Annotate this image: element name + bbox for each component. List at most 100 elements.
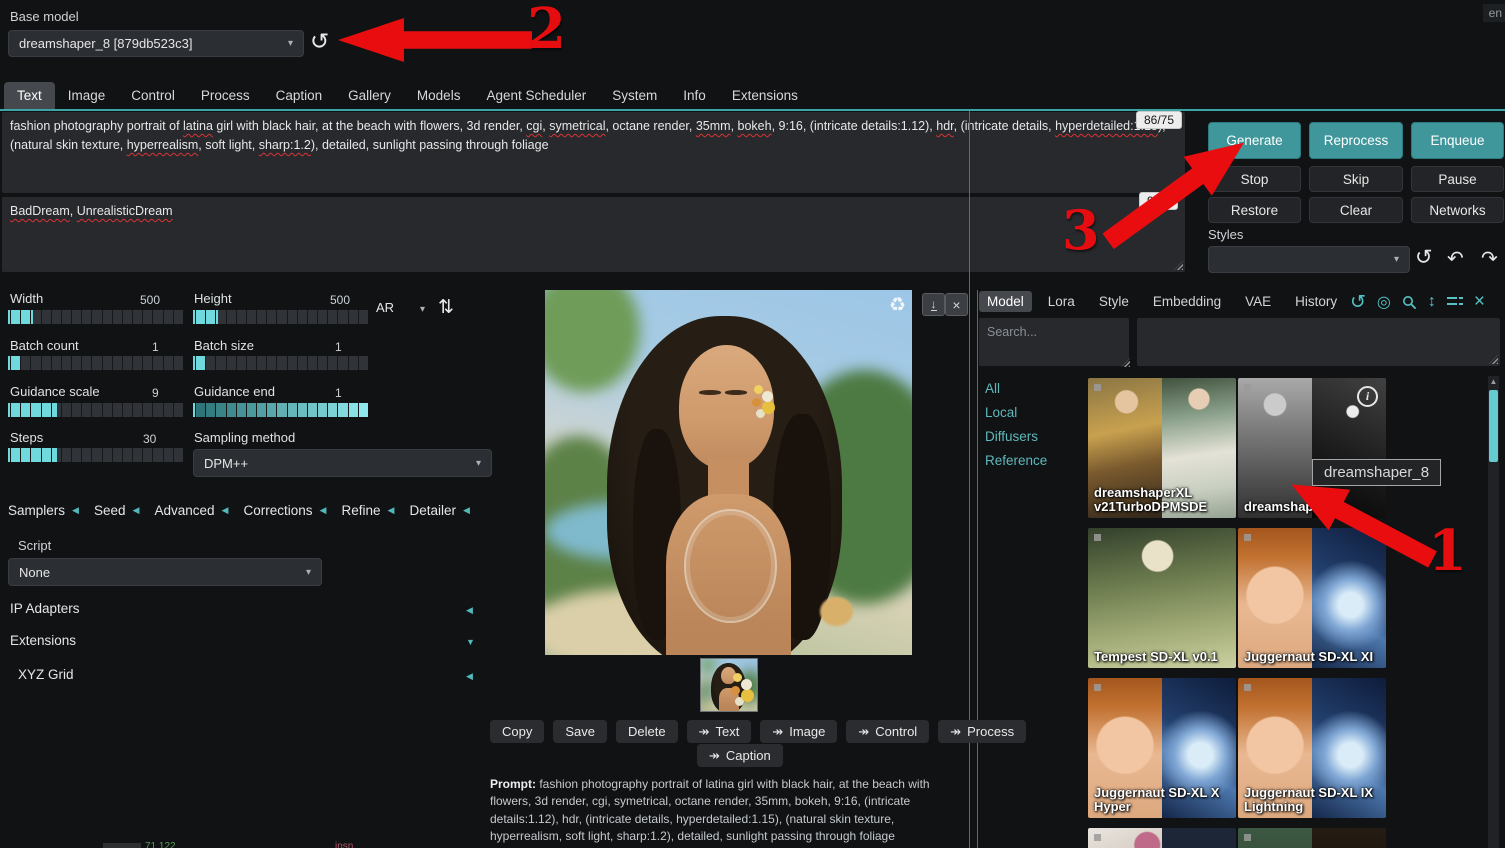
- styles-select[interactable]: ▾: [1208, 246, 1410, 273]
- collapse-down-icon[interactable]: ▼: [466, 637, 475, 647]
- tab-image[interactable]: Image: [55, 82, 119, 109]
- width-value[interactable]: 500: [140, 293, 160, 307]
- scrollbar-up-icon[interactable]: ▲: [1488, 376, 1499, 388]
- skip-button[interactable]: Skip: [1309, 166, 1403, 192]
- accordion-refine[interactable]: Refine◀: [342, 503, 395, 518]
- pause-button[interactable]: Pause: [1411, 166, 1504, 192]
- model-card[interactable]: Tempest SD-XL v0.1: [1088, 528, 1236, 668]
- model-card[interactable]: dreamshaperXL v21TurboDPMSDE: [1088, 378, 1236, 518]
- scrollbar-thumb[interactable]: [1489, 390, 1498, 462]
- networks-description-input[interactable]: [1137, 318, 1500, 366]
- section-ip-adapters[interactable]: IP Adapters: [10, 601, 80, 616]
- guidance-end-slider[interactable]: [193, 403, 368, 417]
- networks-tab-style[interactable]: Style: [1091, 291, 1137, 312]
- close-image-button[interactable]: ×: [945, 293, 968, 316]
- send-to-image-button[interactable]: ↠Image: [760, 720, 837, 743]
- enqueue-button[interactable]: Enqueue: [1411, 122, 1504, 159]
- model-card[interactable]: Juggernaut SD-XL X Hyper: [1088, 678, 1236, 818]
- model-card[interactable]: Juggernaut SD-XL IX Lightning: [1238, 678, 1386, 818]
- accordion-seed[interactable]: Seed◀: [94, 503, 139, 518]
- styles-apply-icon[interactable]: ↶: [1447, 246, 1464, 271]
- generated-image[interactable]: ♻: [545, 290, 912, 655]
- send-to-process-button[interactable]: ↠Process: [938, 720, 1026, 743]
- accordion-detailer[interactable]: Detailer◀: [410, 503, 470, 518]
- language-badge[interactable]: en: [1483, 4, 1505, 22]
- networks-search-input[interactable]: Search...: [979, 318, 1129, 366]
- height-value[interactable]: 500: [330, 293, 350, 307]
- tab-process[interactable]: Process: [188, 82, 263, 109]
- steps-value[interactable]: 30: [143, 432, 156, 446]
- clear-button[interactable]: Clear: [1309, 197, 1403, 223]
- script-select[interactable]: None ▾: [8, 558, 322, 586]
- ar-label[interactable]: AR: [376, 300, 394, 315]
- section-extensions[interactable]: Extensions: [10, 633, 76, 648]
- guidance-end-value[interactable]: 1: [335, 386, 342, 400]
- tab-control[interactable]: Control: [118, 82, 188, 109]
- send-to-text-button[interactable]: ↠Text: [687, 720, 752, 743]
- accordion-advanced[interactable]: Advanced◀: [155, 503, 229, 518]
- delete-button[interactable]: Delete: [616, 720, 678, 743]
- gallery-thumbnail[interactable]: [700, 658, 758, 712]
- networks-tab-model[interactable]: Model: [979, 291, 1032, 312]
- download-image-button[interactable]: ↓: [922, 293, 945, 316]
- styles-save-icon[interactable]: ↷: [1481, 246, 1498, 271]
- collapse-left-icon[interactable]: ◀: [466, 671, 473, 682]
- networks-scrollbar[interactable]: ▲: [1488, 376, 1499, 848]
- restore-button[interactable]: Restore: [1208, 197, 1301, 223]
- guidance-scale-value[interactable]: 9: [152, 386, 159, 400]
- model-card[interactable]: Juggernaut SD-XL XI: [1238, 528, 1386, 668]
- reprocess-button[interactable]: Reprocess: [1309, 122, 1403, 159]
- filter-local[interactable]: Local: [985, 405, 1047, 420]
- networks-tab-lora[interactable]: Lora: [1040, 291, 1083, 312]
- tab-agent-scheduler[interactable]: Agent Scheduler: [473, 82, 599, 109]
- sampling-method-select[interactable]: DPM++ ▾: [193, 449, 492, 477]
- batch-count-value[interactable]: 1: [152, 340, 159, 354]
- send-to-control-button[interactable]: ↠Control: [846, 720, 929, 743]
- sort-direction-icon[interactable]: ↕: [1428, 293, 1436, 311]
- refresh-model-icon[interactable]: ↺: [310, 28, 329, 55]
- tab-extensions[interactable]: Extensions: [719, 82, 811, 109]
- filter-all[interactable]: All: [985, 381, 1047, 396]
- negative-prompt-textarea[interactable]: BadDream, UnrealisticDream: [2, 197, 1185, 272]
- batch-count-slider[interactable]: [8, 356, 183, 370]
- model-card[interactable]: [1088, 828, 1236, 848]
- styles-refresh-icon[interactable]: ↺: [1415, 245, 1433, 270]
- tab-text[interactable]: Text: [4, 82, 55, 109]
- batch-size-slider[interactable]: [193, 356, 368, 370]
- recycle-icon[interactable]: ♻: [889, 294, 906, 317]
- view-list-icon[interactable]: [1447, 296, 1463, 308]
- tab-caption[interactable]: Caption: [263, 82, 336, 109]
- collapse-left-icon[interactable]: ◀: [466, 605, 473, 616]
- info-icon[interactable]: i: [1357, 386, 1378, 407]
- networks-tab-history[interactable]: History: [1287, 291, 1345, 312]
- accordion-samplers[interactable]: Samplers◀: [8, 503, 79, 518]
- model-card[interactable]: [1238, 828, 1386, 848]
- refresh-networks-icon[interactable]: ↺: [1350, 291, 1366, 314]
- batch-size-value[interactable]: 1: [335, 340, 342, 354]
- section-xyz-grid[interactable]: XYZ Grid: [18, 667, 74, 682]
- guidance-scale-slider[interactable]: [8, 403, 183, 417]
- tab-models[interactable]: Models: [404, 82, 474, 109]
- tab-info[interactable]: Info: [670, 82, 719, 109]
- filter-diffusers[interactable]: Diffusers: [985, 429, 1047, 444]
- prompt-textarea[interactable]: fashion photography portrait of latina g…: [2, 112, 1185, 193]
- tab-gallery[interactable]: Gallery: [335, 82, 404, 109]
- steps-slider[interactable]: [8, 448, 183, 462]
- filter-reference[interactable]: Reference: [985, 453, 1047, 468]
- resize-handle[interactable]: [1489, 355, 1498, 364]
- networks-tab-vae[interactable]: VAE: [1237, 291, 1279, 312]
- networks-button[interactable]: Networks: [1411, 197, 1504, 223]
- save-button[interactable]: Save: [553, 720, 607, 743]
- height-slider[interactable]: [193, 310, 368, 324]
- send-to-caption-button[interactable]: ↠Caption: [697, 744, 783, 767]
- networks-tab-embedding[interactable]: Embedding: [1145, 291, 1229, 312]
- resize-handle[interactable]: [1174, 261, 1183, 270]
- swap-dimensions-icon[interactable]: ⇅: [438, 296, 454, 319]
- accordion-corrections[interactable]: Corrections◀: [244, 503, 327, 518]
- search-icon[interactable]: [1402, 295, 1417, 310]
- scan-icon[interactable]: ◎: [1377, 292, 1391, 312]
- close-networks-icon[interactable]: ×: [1474, 291, 1485, 313]
- base-model-select[interactable]: dreamshaper_8 [879db523c3] ▾: [8, 30, 304, 57]
- ar-chevron-icon[interactable]: ▾: [420, 304, 425, 315]
- copy-button[interactable]: Copy: [490, 720, 544, 743]
